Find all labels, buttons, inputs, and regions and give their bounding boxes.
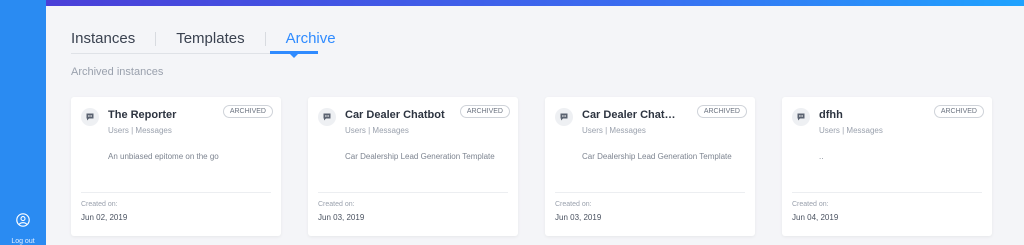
tab-separator: [155, 31, 157, 46]
card-title: The Reporter: [108, 109, 177, 121]
tab-archive[interactable]: Archive: [286, 30, 336, 47]
archived-card[interactable]: Car Dealer Chatbot ARCHIVED Users | Mess…: [308, 97, 518, 236]
card-divider: [318, 192, 508, 193]
card-divider: [555, 192, 745, 193]
chat-bubble-icon: [81, 108, 99, 126]
card-description: Car Dealership Lead Generation Template: [582, 152, 732, 161]
card-description: ..: [819, 152, 824, 161]
logout-link[interactable]: Log out: [0, 238, 46, 245]
card-meta: Users | Messages: [819, 126, 883, 135]
card-divider: [81, 192, 271, 193]
user-icon[interactable]: [16, 213, 30, 227]
created-date: Jun 02, 2019: [81, 213, 128, 222]
sidebar: Log out: [0, 0, 46, 245]
created-label: Created on:: [555, 201, 592, 208]
archived-badge: ARCHIVED: [222, 105, 273, 118]
archived-badge: ARCHIVED: [933, 105, 984, 118]
tab-instances[interactable]: Instances: [71, 30, 135, 47]
created-label: Created on:: [318, 201, 355, 208]
card-title: Car Dealer Chatbot: [345, 109, 445, 121]
archived-card[interactable]: Car Dealer Chatbot clo... ARCHIVED Users…: [545, 97, 755, 236]
tab-templates[interactable]: Templates: [176, 30, 244, 47]
created-label: Created on:: [792, 201, 829, 208]
card-title: Car Dealer Chatbot clo...: [582, 109, 682, 121]
card-meta: Users | Messages: [108, 126, 172, 135]
archived-card[interactable]: The Reporter ARCHIVED Users | Messages A…: [71, 97, 281, 236]
archived-badge: ARCHIVED: [696, 105, 747, 118]
section-title: Archived instances: [71, 66, 164, 78]
card-description: Car Dealership Lead Generation Template: [345, 152, 495, 161]
card-divider: [792, 192, 982, 193]
top-gradient-bar: [46, 0, 1024, 6]
card-meta: Users | Messages: [345, 126, 409, 135]
card-description: An unbiased epitome on the go: [108, 152, 219, 161]
archived-badge: ARCHIVED: [459, 105, 510, 118]
tab-separator: [264, 31, 266, 46]
chat-bubble-icon: [555, 108, 573, 126]
card-meta: Users | Messages: [582, 126, 646, 135]
created-date: Jun 03, 2019: [318, 213, 365, 222]
created-date: Jun 03, 2019: [555, 213, 602, 222]
tab-caret-icon: [290, 54, 298, 58]
created-label: Created on:: [81, 201, 118, 208]
created-date: Jun 04, 2019: [792, 213, 839, 222]
chat-bubble-icon: [318, 108, 336, 126]
tab-bar: Instances Templates Archive: [71, 30, 336, 47]
archived-card[interactable]: dfhh ARCHIVED Users | Messages .. Create…: [782, 97, 992, 236]
card-title: dfhh: [819, 109, 843, 121]
chat-bubble-icon: [792, 108, 810, 126]
